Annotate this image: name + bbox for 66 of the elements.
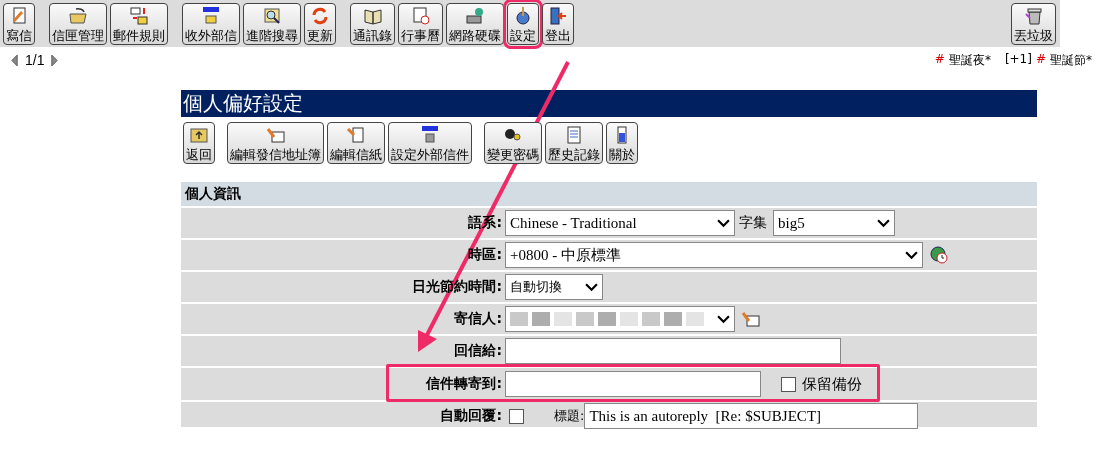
chevron-down-icon xyxy=(717,218,730,228)
autoreply-checkbox[interactable] xyxy=(509,408,524,424)
holiday-name[interactable]: 聖誕節* xyxy=(1050,51,1092,69)
search-icon xyxy=(262,6,282,26)
keep-copy-checkbox[interactable] xyxy=(781,376,796,392)
section-header: 個人資訊 xyxy=(181,182,1037,208)
globe-clock-icon[interactable] xyxy=(929,245,949,265)
pop3-icon xyxy=(420,125,440,145)
charset-label: 字集 xyxy=(739,214,767,232)
field-label: 回信給: xyxy=(454,342,502,358)
pop3-icon xyxy=(201,6,221,26)
chevron-down-icon xyxy=(585,282,598,292)
toolbar-button[interactable]: 編輯發信地址簿 xyxy=(227,122,324,164)
holiday-name[interactable]: 聖誕夜* xyxy=(948,51,991,69)
language-select[interactable]: Chinese - Traditional xyxy=(505,210,735,236)
history-icon xyxy=(564,125,584,145)
toolbar-button[interactable]: 變更密碼 xyxy=(484,122,542,164)
book-icon xyxy=(362,6,383,26)
holiday-mark: # xyxy=(1035,51,1046,68)
page-count: 1/1 xyxy=(25,52,45,68)
holiday-mark: # xyxy=(934,51,945,68)
dst-select[interactable]: 自動切換 xyxy=(505,274,603,300)
reply-to-field[interactable] xyxy=(505,338,841,364)
checkbox-label: 保留備份 xyxy=(802,374,862,394)
trash-icon xyxy=(1023,6,1044,26)
toolbar-button[interactable]: 關於 xyxy=(606,122,638,164)
calendar-icon xyxy=(410,6,431,26)
field-label: 信件轉寄到: xyxy=(426,375,502,391)
charset-select[interactable]: big5 xyxy=(773,210,895,236)
toolbar-button[interactable]: 通訊錄 xyxy=(350,3,395,45)
toolbar-button[interactable]: 進階搜尋 xyxy=(243,3,301,45)
field-label: 寄信人: xyxy=(454,310,502,326)
toolbar-button[interactable]: 返回 xyxy=(183,122,215,164)
chevron-down-icon xyxy=(877,218,890,228)
next-page-icon[interactable] xyxy=(50,53,60,67)
toolbar-button[interactable]: 信匣管理 xyxy=(49,3,107,45)
chevron-down-icon xyxy=(717,314,730,324)
field-label: 自動回覆: xyxy=(440,407,502,423)
folder-icon xyxy=(68,6,88,26)
subject-field[interactable]: This is an autoreply [Re: $SUBJECT] xyxy=(584,403,919,429)
sender-select[interactable] xyxy=(505,306,735,332)
forward-address-field[interactable] xyxy=(505,371,761,397)
stationery-icon xyxy=(346,125,366,145)
toolbar-button[interactable]: 登出 xyxy=(542,3,574,45)
toolbar-button[interactable]: 丟垃圾 xyxy=(1011,3,1056,45)
toolbar-button[interactable]: 行事曆 xyxy=(398,3,443,45)
toolbar-button[interactable]: 收外部信 xyxy=(182,3,240,45)
refresh-icon xyxy=(310,6,330,26)
toolbar-button[interactable]: 郵件規則 xyxy=(110,3,168,45)
toolbar-button[interactable]: 網路硬碟 xyxy=(446,3,504,45)
holiday-offset: [+1] xyxy=(1004,51,1032,68)
toolbar-button[interactable]: 更新 xyxy=(304,3,336,45)
toolbar-button[interactable]: 設定外部信件 xyxy=(388,122,472,164)
toolbar-button[interactable]: 編輯信紙 xyxy=(327,122,385,164)
timezone-select[interactable]: +0800 - 中原標準 xyxy=(505,242,923,268)
rules-icon xyxy=(129,6,149,26)
subject-label: 標題: xyxy=(554,407,585,425)
back-icon xyxy=(189,125,209,145)
settings-icon xyxy=(513,6,533,26)
drive-icon xyxy=(465,6,485,26)
panel-title: 個人偏好設定 xyxy=(181,90,1037,117)
toolbar-button[interactable]: 歷史記錄 xyxy=(545,122,603,164)
toolbar-button[interactable]: 寫信 xyxy=(3,3,35,45)
previous-page-icon[interactable] xyxy=(10,53,19,67)
logout-icon xyxy=(548,6,568,26)
chevron-down-icon xyxy=(905,250,918,260)
